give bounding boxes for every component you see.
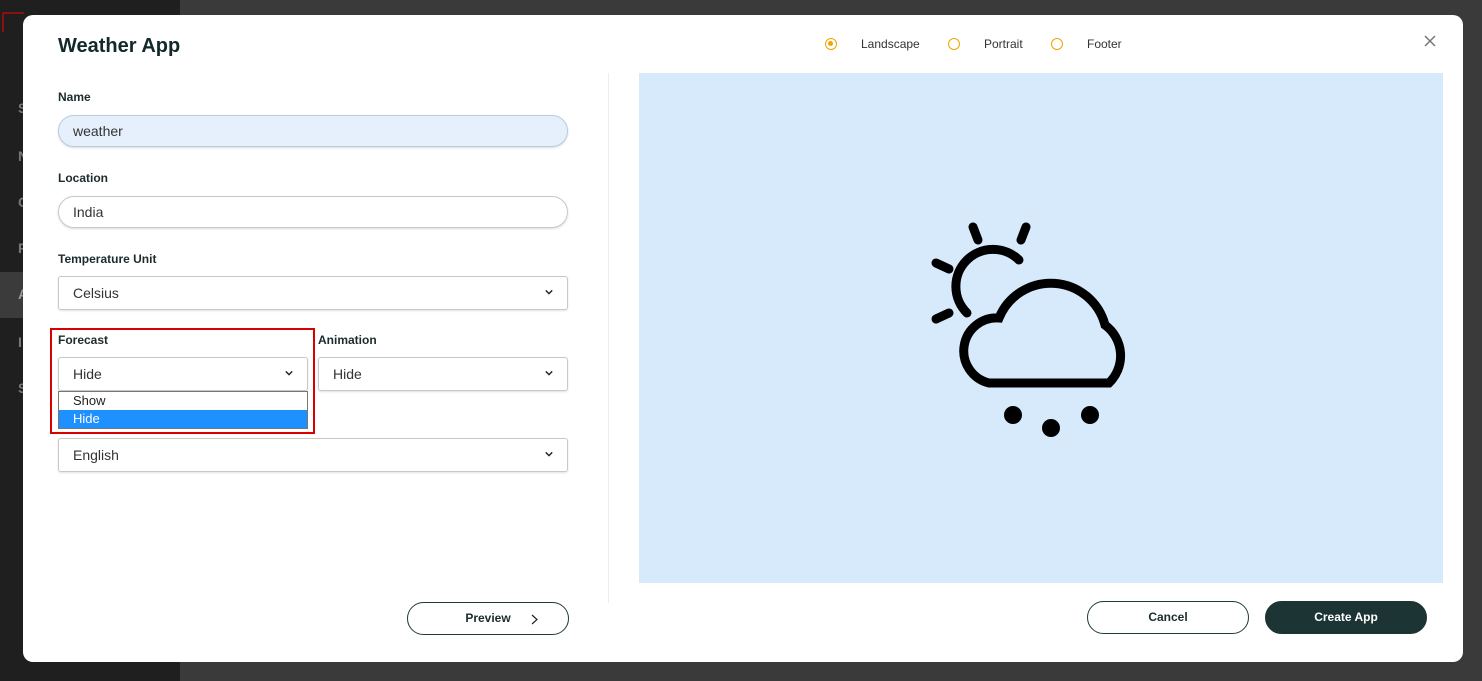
radio-unchecked-icon [1051, 38, 1063, 50]
chevron-down-icon [285, 370, 293, 376]
animation-value: Hide [333, 366, 362, 382]
close-icon[interactable] [1421, 32, 1439, 50]
forecast-value: Hide [73, 366, 102, 382]
name-label: Name [58, 90, 91, 104]
forecast-option-show[interactable]: Show [59, 392, 307, 410]
modal-title: Weather App [58, 35, 181, 57]
radio-footer-label: Footer [1087, 37, 1122, 51]
column-divider [608, 73, 609, 603]
preview-button-label: Preview [465, 611, 511, 625]
location-input[interactable]: India [58, 196, 568, 228]
radio-portrait[interactable]: Portrait [948, 35, 1023, 53]
radio-unchecked-icon [948, 38, 960, 50]
chevron-down-icon [545, 451, 553, 457]
animation-label: Animation [318, 333, 377, 347]
chevron-right-icon [531, 614, 538, 625]
background-logo [2, 12, 24, 32]
temperature-unit-value: Celsius [73, 285, 119, 301]
preview-panel [639, 73, 1443, 583]
location-label: Location [58, 171, 108, 185]
radio-landscape[interactable]: Landscape [825, 35, 920, 53]
name-input[interactable]: weather [58, 115, 568, 147]
create-app-modal: Weather App Landscape Portrait Footer Na… [23, 15, 1463, 662]
forecast-option-hide[interactable]: Hide [59, 410, 307, 428]
forecast-select[interactable]: Hide [58, 357, 308, 391]
preview-button[interactable]: Preview [407, 602, 569, 635]
language-select[interactable]: English [58, 438, 568, 472]
chevron-down-icon [545, 370, 553, 376]
temperature-unit-label: Temperature Unit [58, 252, 157, 266]
animation-select[interactable]: Hide [318, 357, 568, 391]
language-value: English [73, 447, 119, 463]
cloud-sun-snow-icon [931, 222, 1126, 437]
radio-footer[interactable]: Footer [1051, 35, 1122, 53]
chevron-down-icon [545, 289, 553, 295]
background-sidebar-letter: I [18, 334, 22, 350]
temperature-unit-select[interactable]: Celsius [58, 276, 568, 310]
forecast-dropdown-list: Show Hide [58, 391, 308, 429]
radio-checked-icon [825, 38, 837, 50]
create-app-button[interactable]: Create App [1265, 601, 1427, 634]
cancel-button[interactable]: Cancel [1087, 601, 1249, 634]
forecast-label: Forecast [58, 333, 109, 347]
radio-portrait-label: Portrait [984, 37, 1023, 51]
radio-landscape-label: Landscape [861, 37, 920, 51]
